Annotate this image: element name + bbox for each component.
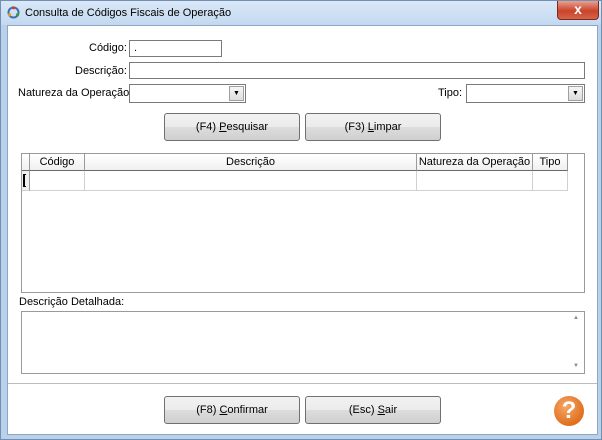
scroll-up-icon[interactable]: ▲	[573, 315, 579, 321]
limpar-button[interactable]: (F3) Limpar	[305, 113, 441, 141]
column-header-descricao[interactable]: Descrição	[85, 154, 417, 171]
descricao-label: Descrição:	[75, 65, 127, 77]
column-header-codigo[interactable]: Código	[30, 154, 85, 171]
natureza-select[interactable]: ▼	[129, 84, 246, 103]
main-window: Consulta de Códigos Fiscais de Operação …	[0, 0, 602, 440]
row-indicator[interactable]	[22, 171, 30, 191]
app-icon	[7, 6, 20, 19]
descricao-input[interactable]	[129, 62, 585, 79]
close-button[interactable]: x	[557, 1, 599, 20]
confirmar-button[interactable]: (F8) Confirmar	[164, 396, 300, 424]
detail-scrollbar[interactable]: ▲ ▼	[570, 312, 584, 373]
close-icon: x	[574, 1, 582, 17]
pesquisar-button[interactable]: (F4) Pesquisar	[164, 113, 300, 141]
help-icon[interactable]: ?	[554, 396, 584, 426]
client-area: Código: . Descrição: Natureza da Operaçã…	[7, 25, 598, 435]
column-header-tipo[interactable]: Tipo	[533, 154, 568, 171]
results-grid[interactable]: Código Descrição Natureza da Operação Ti…	[21, 153, 585, 293]
detail-label: Descrição Detalhada:	[19, 296, 125, 308]
codigo-label: Código:	[89, 42, 127, 54]
grid-corner	[22, 154, 30, 171]
tipo-label: Tipo:	[438, 87, 463, 99]
tipo-select[interactable]: ▼	[466, 84, 585, 103]
sair-button[interactable]: (Esc) Sair	[305, 396, 441, 424]
chevron-down-icon[interactable]: ▼	[229, 86, 244, 101]
title-bar[interactable]: Consulta de Códigos Fiscais de Operação …	[1, 1, 601, 25]
grid-cell[interactable]	[85, 171, 417, 191]
scroll-down-icon[interactable]: ▼	[573, 363, 579, 369]
grid-cell[interactable]	[533, 171, 568, 191]
column-header-natureza[interactable]: Natureza da Operação	[417, 154, 533, 171]
natureza-label: Natureza da Operação:	[18, 87, 133, 99]
footer-separator	[8, 383, 597, 384]
detail-textarea[interactable]: ▲ ▼	[21, 311, 585, 374]
grid-cell[interactable]	[30, 171, 85, 191]
window-title: Consulta de Códigos Fiscais de Operação	[25, 7, 232, 19]
chevron-down-icon[interactable]: ▼	[568, 86, 583, 101]
row-pointer-icon	[23, 174, 26, 187]
codigo-input[interactable]: .	[129, 40, 222, 57]
grid-cell[interactable]	[417, 171, 533, 191]
